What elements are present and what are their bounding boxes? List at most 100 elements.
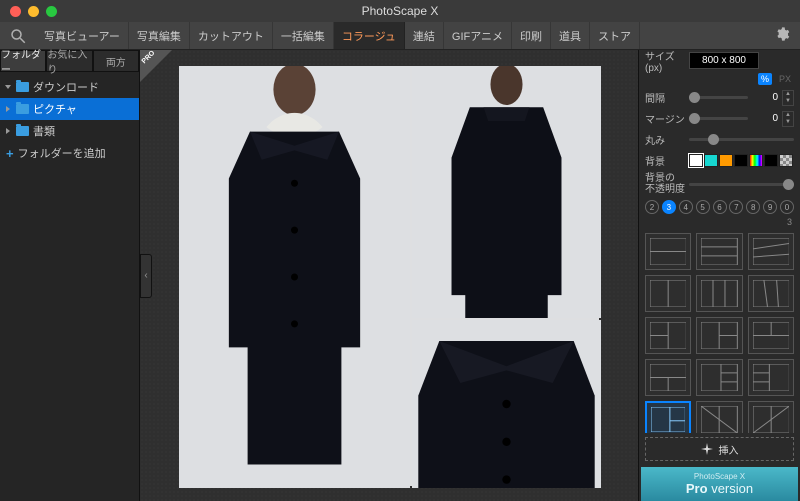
- menu-9[interactable]: ストア: [590, 22, 640, 49]
- count-4[interactable]: 4: [679, 200, 693, 214]
- sidebar-tab-1[interactable]: お気に入り: [46, 50, 92, 72]
- folder-item-1[interactable]: ピクチャ: [0, 98, 139, 120]
- unit-toggle-row: % PX: [639, 71, 800, 87]
- close-window-button[interactable]: [10, 6, 21, 17]
- menu-8[interactable]: 道具: [551, 22, 590, 49]
- pro-banner-line1: PhotoScape X: [694, 472, 745, 481]
- sparkle-icon: [701, 443, 713, 455]
- swatch-transparent[interactable]: [779, 154, 793, 167]
- sidebar-tab-2[interactable]: 両方: [93, 50, 139, 72]
- add-folder-label: フォルダーを追加: [18, 145, 106, 161]
- folder-icon: [16, 104, 29, 114]
- collage-cell-3[interactable]: [412, 320, 601, 488]
- expand-icon[interactable]: [6, 128, 10, 134]
- template-0[interactable]: [645, 233, 691, 270]
- folder-tree: ダウンロードピクチャ書類 + フォルダーを追加: [0, 72, 139, 168]
- template-count: 3: [639, 217, 800, 229]
- count-7[interactable]: 7: [729, 200, 743, 214]
- size-label: サイズ (px): [645, 48, 685, 74]
- bg-opacity-row: 背景の 不透明度: [639, 171, 800, 197]
- menu-items: 写真ビューアー写真編集カットアウト一括編集コラージュ連結GIFアニメ印刷道具スト…: [36, 22, 640, 49]
- template-9[interactable]: [645, 359, 691, 396]
- template-5[interactable]: [748, 275, 794, 312]
- add-folder-button[interactable]: + フォルダーを追加: [0, 142, 139, 164]
- template-10[interactable]: [696, 359, 742, 396]
- size-value[interactable]: 800 x 800: [689, 52, 759, 69]
- window-controls: [0, 6, 57, 17]
- folder-sidebar: フォルダーお気に入り両方 ダウンロードピクチャ書類 + フォルダーを追加: [0, 50, 140, 501]
- minimize-window-button[interactable]: [28, 6, 39, 17]
- folder-icon: [16, 82, 29, 92]
- app-logo-icon[interactable]: [6, 24, 30, 48]
- template-8[interactable]: [748, 317, 794, 354]
- count-6[interactable]: 6: [713, 200, 727, 214]
- menu-0[interactable]: 写真ビューアー: [36, 22, 129, 49]
- maximize-window-button[interactable]: [46, 6, 57, 17]
- roundness-slider[interactable]: [689, 138, 794, 141]
- sidebar-tabs: フォルダーお気に入り両方: [0, 50, 139, 72]
- template-13[interactable]: [696, 401, 742, 433]
- folder-item-0[interactable]: ダウンロード: [0, 76, 139, 98]
- template-6[interactable]: [645, 317, 691, 354]
- background-label: 背景: [645, 153, 685, 168]
- collage-cell-2[interactable]: [412, 66, 601, 318]
- settings-icon[interactable]: [774, 26, 790, 45]
- menu-3[interactable]: 一括編集: [273, 22, 334, 49]
- template-11[interactable]: [748, 359, 794, 396]
- template-14[interactable]: [748, 401, 794, 433]
- swatch-2[interactable]: [719, 154, 733, 167]
- expand-icon[interactable]: [6, 106, 10, 112]
- expand-icon[interactable]: [5, 85, 11, 89]
- template-grid: [639, 229, 800, 433]
- insert-button[interactable]: 挿入: [645, 437, 794, 461]
- swatch-0[interactable]: [689, 154, 703, 167]
- menu-4[interactable]: コラージュ: [334, 22, 405, 49]
- margin-row: マージン 0 ▲▼: [639, 108, 800, 129]
- insert-label: 挿入: [719, 442, 739, 457]
- menu-7[interactable]: 印刷: [512, 22, 551, 49]
- pro-version-banner[interactable]: PhotoScape X Pro version: [641, 467, 798, 501]
- spacing-stepper[interactable]: ▲▼: [782, 90, 794, 106]
- collage-cell-1[interactable]: [179, 66, 410, 488]
- folder-icon: [16, 126, 29, 136]
- sidebar-tab-0[interactable]: フォルダー: [0, 50, 46, 72]
- collapse-sidebar-button[interactable]: ‹: [140, 254, 152, 298]
- swatch-gradient[interactable]: [749, 154, 763, 167]
- template-2[interactable]: [748, 233, 794, 270]
- menu-1[interactable]: 写真編集: [129, 22, 190, 49]
- template-7[interactable]: [696, 317, 742, 354]
- main-menu-bar: 写真ビューアー写真編集カットアウト一括編集コラージュ連結GIFアニメ印刷道具スト…: [0, 22, 800, 50]
- layout-count-selector: 234567890: [639, 197, 800, 217]
- canvas-area: PRO ‹: [140, 50, 638, 501]
- folder-item-2[interactable]: 書類: [0, 120, 139, 142]
- plus-icon: +: [6, 146, 14, 161]
- bg-opacity-slider[interactable]: [689, 183, 794, 186]
- count-0[interactable]: 0: [780, 200, 794, 214]
- count-5[interactable]: 5: [696, 200, 710, 214]
- percent-button[interactable]: %: [758, 73, 772, 85]
- swatch-3[interactable]: [734, 154, 748, 167]
- spacing-slider[interactable]: [689, 96, 748, 99]
- properties-panel: サイズ (px) 800 x 800 % PX 間隔 0 ▲▼ マージン 0 ▲…: [638, 50, 800, 501]
- margin-stepper[interactable]: ▲▼: [782, 111, 794, 127]
- folder-label: ピクチャ: [33, 101, 77, 117]
- pixel-button[interactable]: PX: [776, 73, 794, 85]
- menu-6[interactable]: GIFアニメ: [444, 22, 512, 49]
- template-12[interactable]: [645, 401, 691, 433]
- template-4[interactable]: [696, 275, 742, 312]
- menu-2[interactable]: カットアウト: [190, 22, 273, 49]
- bg-opacity-label: 背景の 不透明度: [645, 173, 685, 195]
- swatch-1[interactable]: [704, 154, 718, 167]
- margin-slider[interactable]: [689, 117, 748, 120]
- swatch-black[interactable]: [764, 154, 778, 167]
- template-1[interactable]: [696, 233, 742, 270]
- collage-preview[interactable]: [179, 66, 599, 486]
- count-2[interactable]: 2: [645, 200, 659, 214]
- menu-5[interactable]: 連結: [405, 22, 444, 49]
- count-9[interactable]: 9: [763, 200, 777, 214]
- count-8[interactable]: 8: [746, 200, 760, 214]
- size-row: サイズ (px) 800 x 800: [639, 50, 800, 71]
- count-3[interactable]: 3: [662, 200, 676, 214]
- color-swatches: [689, 154, 794, 167]
- template-3[interactable]: [645, 275, 691, 312]
